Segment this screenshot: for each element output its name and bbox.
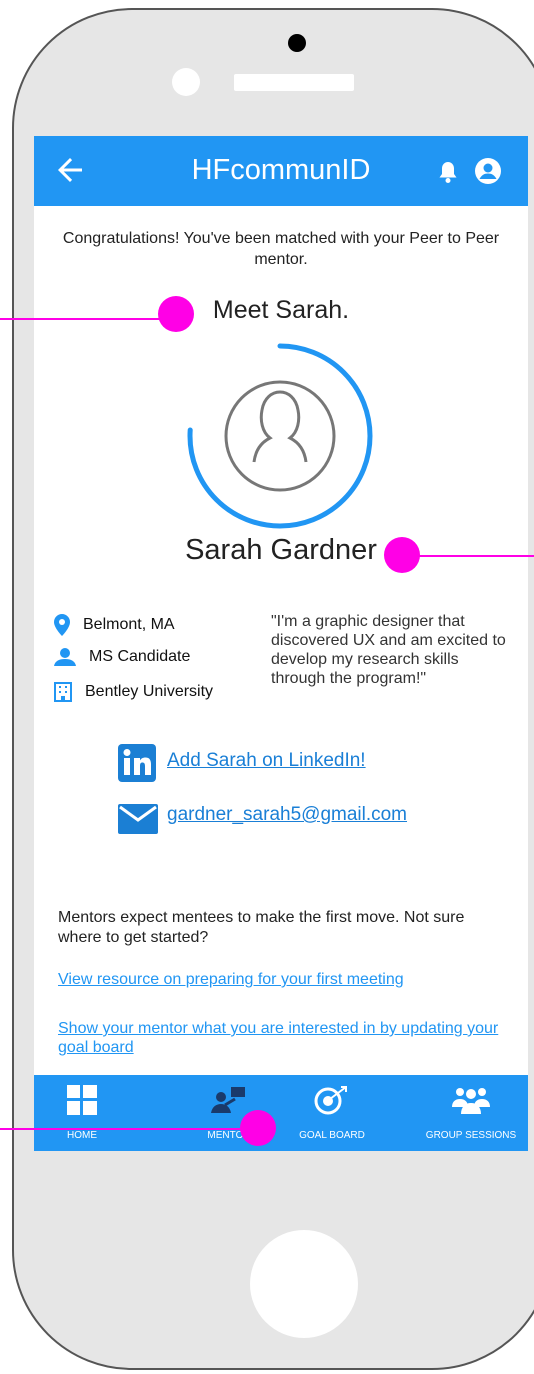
annotation-line-name bbox=[400, 555, 534, 557]
linkedin-icon[interactable] bbox=[118, 744, 156, 782]
account-circle-icon[interactable] bbox=[474, 157, 502, 185]
proximity-sensor bbox=[172, 68, 200, 96]
first-move-text: Mentors expect mentees to make the first… bbox=[58, 909, 465, 946]
person-icon bbox=[54, 648, 76, 666]
first-meeting-resource-link[interactable]: View resource on preparing for your firs… bbox=[58, 970, 508, 989]
earpiece-speaker bbox=[234, 74, 354, 91]
home-grid-icon bbox=[67, 1085, 97, 1115]
annotation-dot-name bbox=[384, 537, 420, 573]
email-link[interactable]: gardner_sarah5@gmail.com bbox=[167, 804, 407, 826]
meet-heading: Meet Sarah. bbox=[212, 296, 350, 324]
bell-icon[interactable] bbox=[438, 160, 458, 184]
location-row: Belmont, MA bbox=[54, 614, 175, 636]
nav-home-label: HOME bbox=[67, 1130, 97, 1141]
nav-group-sessions-label: GROUP SESSIONS bbox=[425, 1130, 517, 1141]
mentor-name: Sarah Gardner bbox=[185, 534, 377, 566]
app-screen: HFcommunID Congratulations! You've been … bbox=[34, 136, 528, 1151]
female-avatar-icon bbox=[187, 343, 373, 529]
group-icon bbox=[452, 1088, 490, 1114]
annotation-line-meet bbox=[0, 318, 176, 320]
building-icon bbox=[54, 682, 72, 702]
annotation-line-nav bbox=[0, 1128, 260, 1130]
nav-goal-board[interactable]: GOAL BOARD bbox=[282, 1075, 382, 1151]
mentor-quote: "I'm a graphic designer that discovered … bbox=[271, 613, 506, 687]
bottom-nav: HOME MENTOR GOAL BOARD GROUP SESSIONS bbox=[34, 1075, 528, 1151]
annotation-dot-meet bbox=[158, 296, 194, 332]
linkedin-link[interactable]: Add Sarah on LinkedIn! bbox=[167, 750, 366, 772]
email-icon[interactable] bbox=[118, 804, 158, 834]
target-icon bbox=[314, 1086, 347, 1115]
nav-goal-board-label: GOAL BOARD bbox=[299, 1130, 365, 1141]
school-row: Bentley University bbox=[54, 682, 213, 702]
school-text: Bentley University bbox=[85, 683, 214, 700]
match-congrats-text: Congratulations! You've been matched wit… bbox=[62, 230, 500, 268]
app-bar: HFcommunID bbox=[34, 136, 528, 206]
annotation-dot-nav bbox=[240, 1110, 276, 1146]
location-text: Belmont, MA bbox=[83, 616, 175, 633]
location-pin-icon bbox=[54, 614, 70, 636]
goal-board-link[interactable]: Show your mentor what you are interested… bbox=[58, 1019, 508, 1057]
nav-group-sessions[interactable]: GROUP SESSIONS bbox=[414, 1075, 528, 1151]
front-camera bbox=[288, 34, 306, 52]
home-button[interactable] bbox=[250, 1230, 358, 1338]
mentor-icon bbox=[211, 1087, 245, 1113]
degree-text: MS Candidate bbox=[89, 648, 191, 665]
nav-home[interactable]: HOME bbox=[34, 1075, 130, 1151]
degree-row: MS Candidate bbox=[54, 648, 190, 666]
